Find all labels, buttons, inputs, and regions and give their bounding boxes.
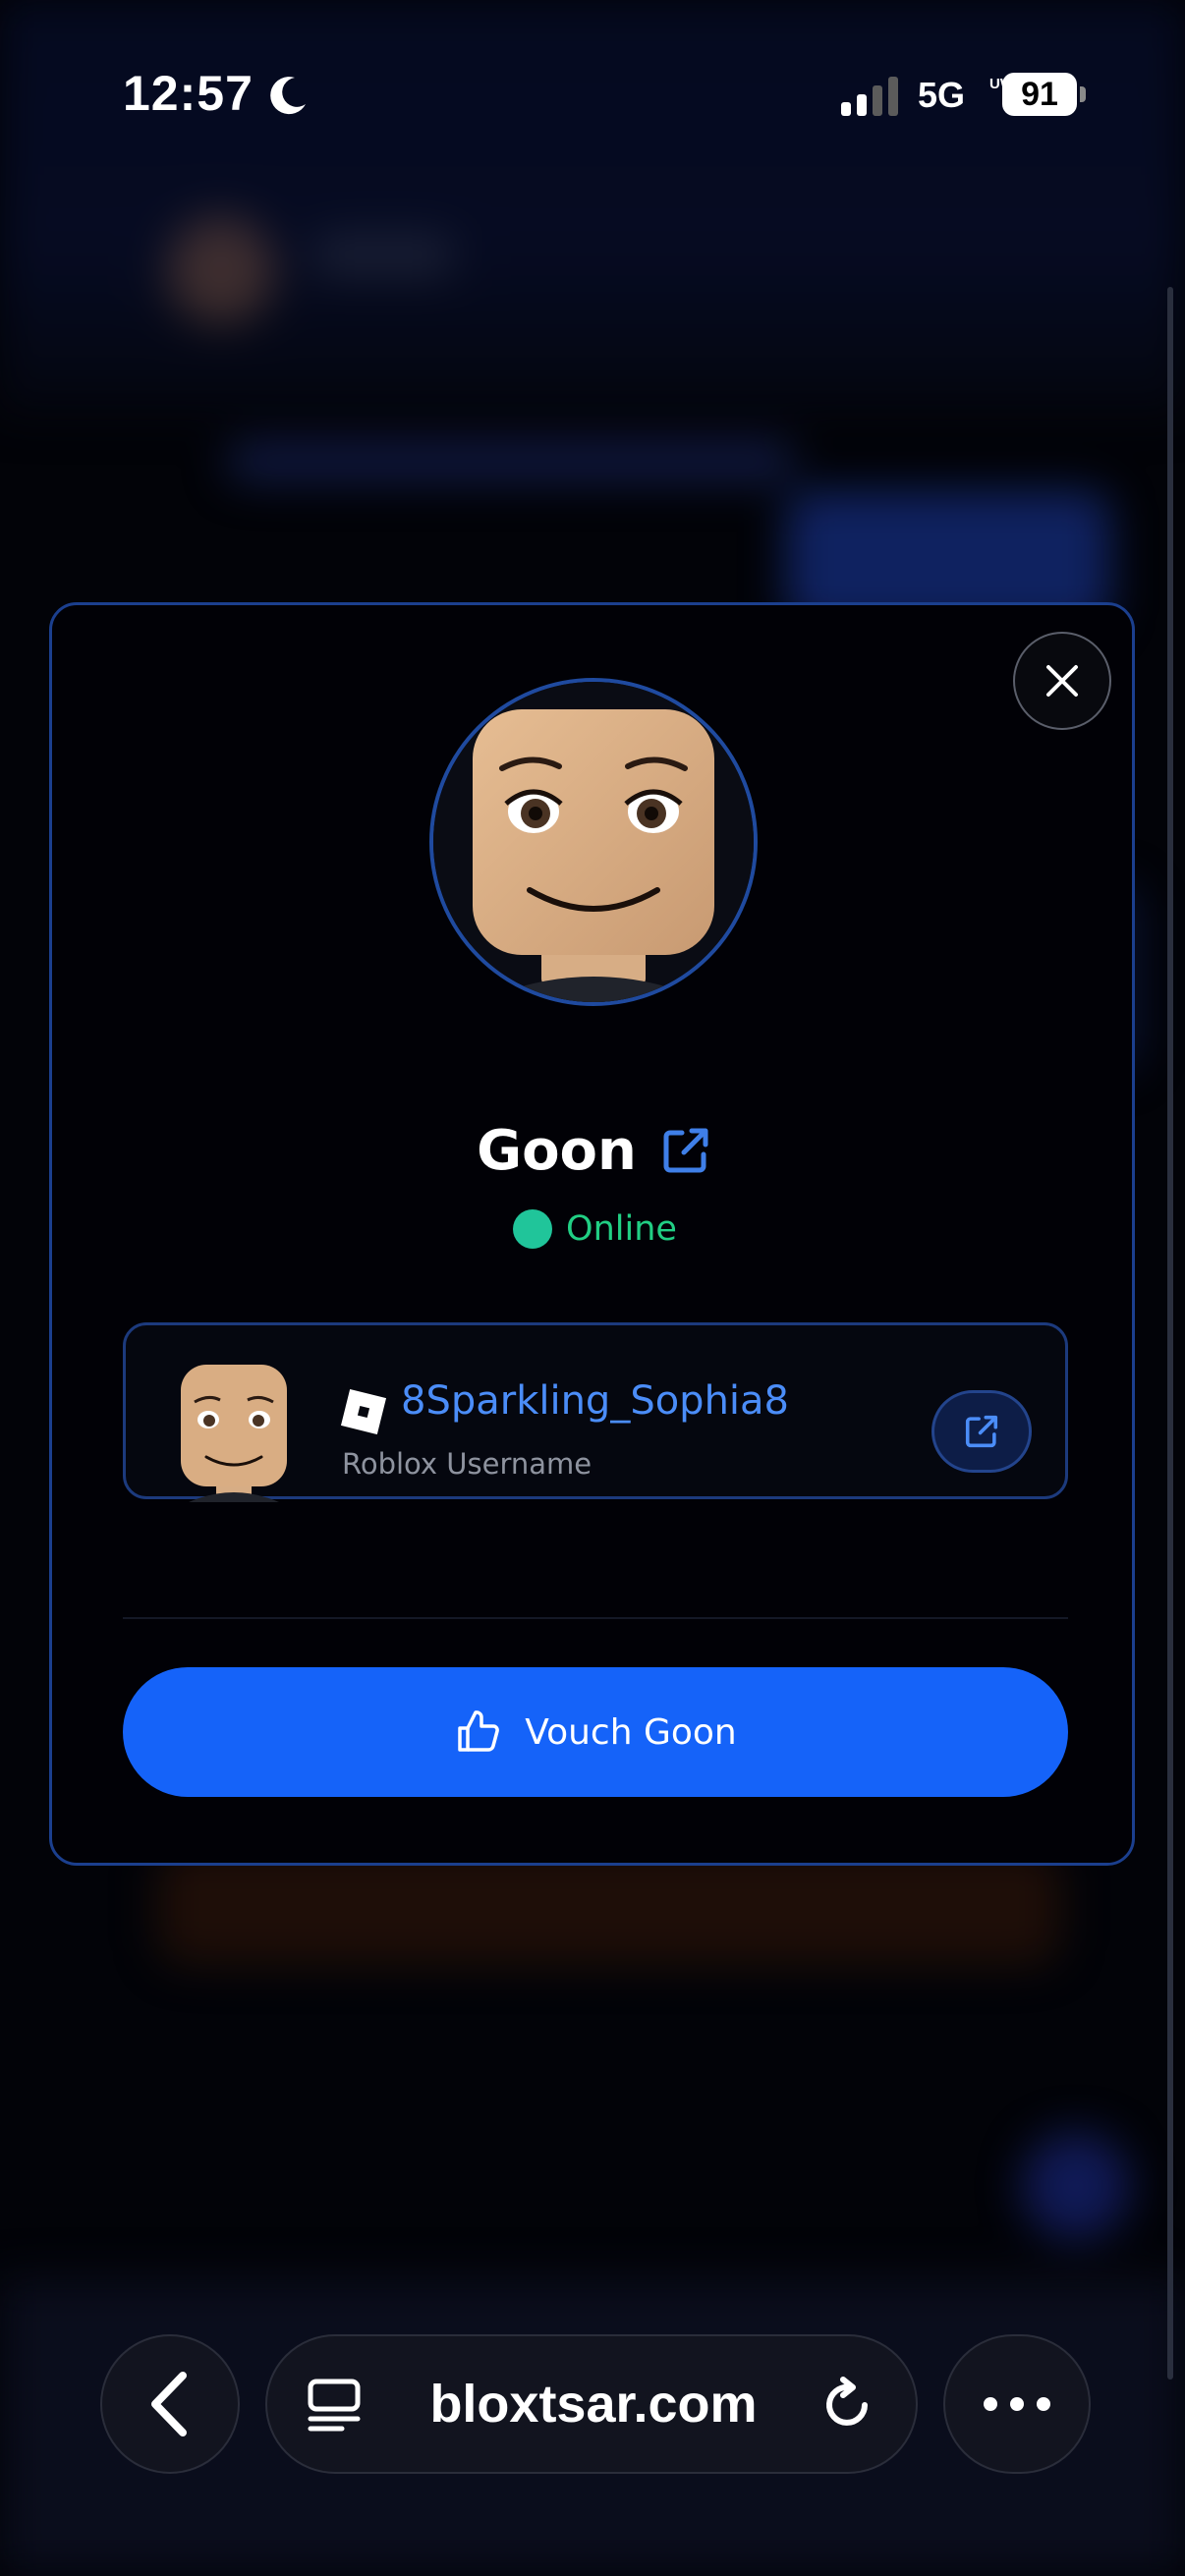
battery-nub <box>1080 86 1086 102</box>
status-time: 12:57 <box>123 66 254 121</box>
open-roblox-profile-button[interactable] <box>931 1390 1032 1473</box>
battery-level: 91 <box>1021 76 1058 113</box>
chevron-left-icon <box>151 2372 187 2436</box>
bg-avatar <box>167 216 275 324</box>
address-bar[interactable]: bloxtsar.com <box>265 2334 918 2474</box>
vouch-button[interactable]: Vouch Goon <box>123 1667 1068 1797</box>
more-button[interactable] <box>943 2334 1091 2474</box>
browser-toolbar: bloxtsar.com <box>0 2281 1185 2576</box>
bg-bar <box>226 442 796 481</box>
roblox-avatar <box>181 1365 287 1502</box>
bg-name-block <box>314 236 452 275</box>
moon-icon <box>270 77 306 115</box>
vouch-button-label: Vouch Goon <box>525 1711 737 1753</box>
profile-name-row: Goon <box>52 1111 1138 1190</box>
roblox-username[interactable]: 8Sparkling_Sophia8 <box>401 1378 789 1424</box>
screen: 12:57 5G UW 91 <box>0 0 1185 2576</box>
roblox-logo-icon <box>340 1388 387 1435</box>
close-button[interactable] <box>1013 632 1111 730</box>
close-icon <box>1046 665 1078 697</box>
reload-icon[interactable] <box>819 2376 876 2433</box>
battery-icon: 91 <box>1002 73 1077 116</box>
status-text: Online <box>566 1209 677 1249</box>
online-status: Online <box>52 1204 1138 1254</box>
profile-name: Goon <box>477 1118 637 1183</box>
profile-modal: Goon Online 8Sparkling_Sophia8 Roblox Us… <box>49 602 1135 1866</box>
avatar-face-image <box>433 682 754 1002</box>
thumbs-up-icon <box>458 1710 500 1752</box>
external-link-icon[interactable] <box>658 1123 713 1178</box>
roblox-account-card: 8Sparkling_Sophia8 Roblox Username <box>123 1322 1068 1502</box>
external-link-icon <box>965 1415 998 1448</box>
status-dot <box>513 1209 553 1249</box>
network-label: 5G <box>918 75 966 115</box>
status-bar: 12:57 5G UW 91 <box>0 0 1185 187</box>
page-scrollbar[interactable] <box>1167 287 1173 2380</box>
roblox-username-caption: Roblox Username <box>342 1447 592 1481</box>
profile-avatar <box>429 678 758 1006</box>
back-button[interactable] <box>100 2334 240 2474</box>
signal-icon <box>841 77 898 116</box>
more-icon <box>984 2397 1050 2411</box>
divider <box>123 1617 1068 1619</box>
bg-floating-button <box>1022 2132 1130 2240</box>
